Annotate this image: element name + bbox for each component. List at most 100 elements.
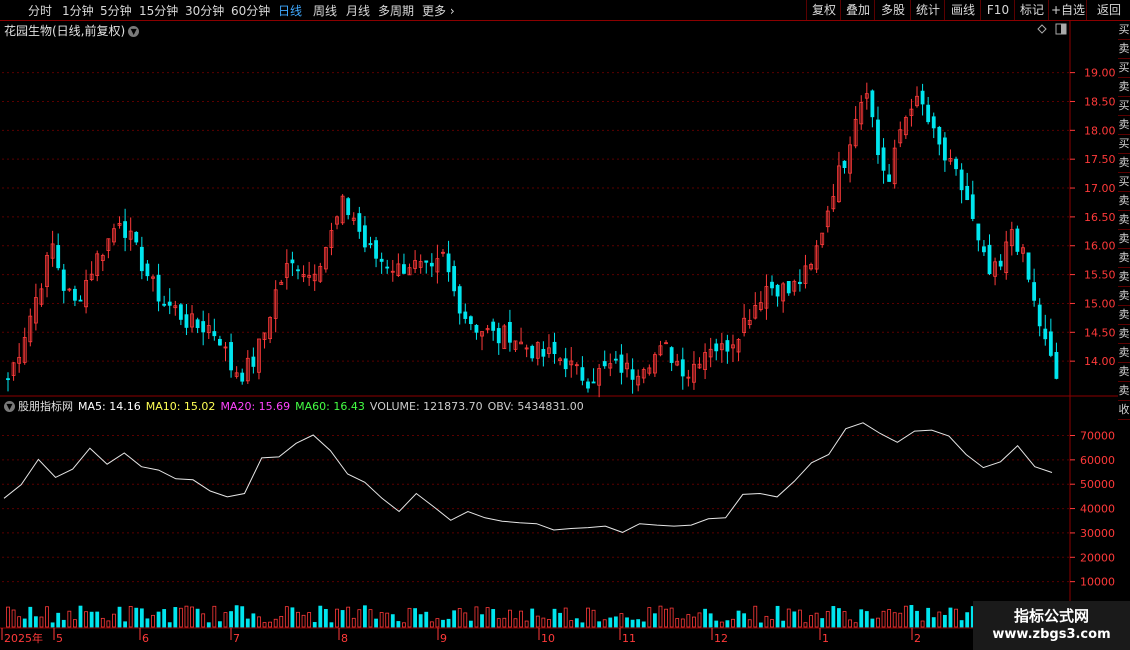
candle-body: [530, 345, 535, 359]
volume-bar: [73, 619, 77, 628]
month-label: 1: [822, 632, 829, 645]
volume-bar: [100, 617, 105, 628]
candle-body: [942, 137, 947, 161]
candle-body: [982, 246, 986, 253]
volume-bar: [139, 608, 144, 628]
candle-body: [937, 126, 942, 145]
volume-bar: [480, 614, 484, 628]
month-label: 6: [142, 632, 149, 645]
volume-bar: [346, 606, 351, 628]
window-toggle-fill-icon: [1061, 24, 1066, 34]
volume-bar: [619, 613, 624, 628]
volume-bar: [820, 618, 825, 628]
candle-body: [402, 264, 406, 274]
ma60-label: MA60: 16.43: [295, 400, 365, 413]
volume-bar: [368, 609, 373, 628]
volume-bar: [45, 606, 49, 628]
volume-bar: [563, 607, 568, 628]
candle-body: [552, 341, 557, 355]
chevron-down-icon[interactable]: ▼: [4, 401, 15, 412]
volume-bar: [853, 622, 858, 628]
volume-bar: [613, 616, 618, 628]
volume-bar: [385, 612, 390, 628]
obv-tick-label: 60000: [1080, 454, 1115, 467]
candle-body: [976, 223, 981, 241]
volume-bar: [363, 605, 367, 628]
volume-bar: [703, 608, 707, 628]
volume-bar: [937, 611, 942, 628]
volume-bar: [870, 618, 875, 628]
candle-body: [452, 266, 457, 292]
volume-bar: [641, 621, 646, 628]
candle-body: [1015, 228, 1020, 252]
volume-bar: [340, 610, 345, 628]
volume-bar: [864, 611, 869, 628]
volume-bar: [692, 616, 696, 628]
candle-body: [229, 342, 233, 371]
volume-bar: [396, 621, 401, 628]
candle-body: [56, 245, 61, 269]
volume-bar: [496, 618, 501, 628]
volume-bar: [926, 607, 931, 628]
candle-body: [346, 198, 351, 216]
volume-bar: [262, 622, 267, 628]
watermark-url: www.zbgs3.com: [992, 627, 1111, 642]
volume-bar: [268, 621, 273, 628]
volume-bar: [530, 608, 535, 628]
candle-body: [563, 358, 568, 370]
volume-bar: [547, 619, 551, 628]
volume-bar: [831, 606, 836, 628]
candle-body: [926, 104, 931, 123]
candle-body: [457, 286, 462, 314]
indicator-label: ▼ 股朋指标网 MA5: 14.16 MA10: 15.02 MA20: 15.69 MA…: [4, 398, 589, 414]
candle-body: [965, 185, 970, 201]
ma5-label: MA5: 14.16: [78, 400, 141, 413]
side-trade-column: 买卖买卖买卖买卖买卖卖卖卖卖卖卖卖卖卖卖收: [1118, 21, 1130, 650]
volume-bar: [725, 620, 730, 628]
volume-bar: [803, 622, 808, 628]
volume-bar: [151, 614, 155, 628]
volume-bar: [552, 608, 557, 628]
kline-chart[interactable]: 19.00 18.50 18.00 17.50 17.00 16.50 16.00 15.50…: [0, 0, 1130, 650]
candle-body: [251, 356, 256, 367]
candle-body: [240, 372, 245, 382]
ma10-label: MA10: 15.02: [145, 400, 216, 413]
volume-bar: [279, 615, 284, 628]
volume-bar: [781, 620, 786, 628]
volume-bar: [608, 617, 613, 628]
volume-bar: [67, 610, 72, 628]
candle-body: [429, 262, 434, 267]
volume-bar: [887, 609, 892, 628]
volume-bar: [814, 612, 819, 628]
volume-bar: [920, 620, 925, 628]
volume-bar: [775, 605, 780, 628]
candle-body: [680, 359, 685, 377]
side-column-cell: 卖: [1118, 230, 1130, 249]
candle-body: [1048, 331, 1053, 356]
candle-body: [6, 378, 10, 381]
volume-bar: [859, 609, 864, 628]
obv-tick-label: 20000: [1080, 551, 1115, 564]
month-label: 9: [440, 632, 447, 645]
volume-bar: [630, 619, 635, 628]
volume-bar: [747, 619, 752, 628]
volume-bar: [786, 608, 791, 628]
price-tick-label: 18.00: [1084, 124, 1116, 137]
candle-body: [139, 246, 144, 272]
side-column-cell: 卖: [1118, 325, 1130, 344]
volume-bar: [50, 622, 55, 628]
volume-bar: [742, 613, 747, 628]
price-tick-label: 14.00: [1084, 355, 1116, 368]
candle-body: [881, 147, 886, 171]
volume-bar: [625, 617, 629, 628]
candle-body: [954, 158, 958, 170]
side-column-cell: 买: [1118, 97, 1130, 116]
volume-bar: [770, 619, 774, 628]
volume-bar: [842, 611, 847, 628]
volume-bar: [329, 622, 334, 628]
side-column-cell: 买: [1118, 135, 1130, 154]
candle-body: [290, 259, 295, 264]
volume-bar: [558, 612, 562, 628]
volume-bar: [697, 612, 702, 628]
candle-body: [468, 316, 473, 325]
